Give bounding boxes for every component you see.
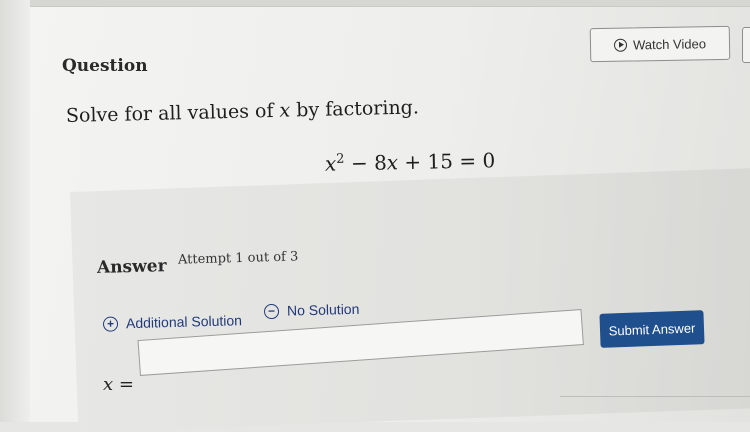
left-edge [0,0,30,422]
partial-toolbar-button[interactable] [742,27,750,63]
question-heading: Question [62,56,148,76]
divider [560,396,750,397]
top-toolbar-edge [0,0,750,7]
equation-rest: + 15 = 0 [397,148,496,175]
equation-exponent: 2 [336,151,345,167]
submit-answer-button[interactable]: Submit Answer [599,310,705,348]
plus-circle-icon: + [102,315,119,332]
no-solution-button[interactable]: − No Solution [263,300,360,319]
prompt-text-end: by factoring. [289,96,420,122]
additional-solution-label: Additional Solution [125,312,243,332]
input-prefix-equals: = [113,374,134,395]
input-prefix: x = [103,374,134,395]
attempt-counter: Attempt 1 out of 3 [177,249,299,268]
no-solution-label: No Solution [286,300,360,319]
input-prefix-variable: x [103,374,114,395]
equation-variable: x [324,151,337,176]
answer-heading: Answer [96,256,167,278]
answer-panel [70,167,750,432]
equation-variable-2: x [386,150,399,175]
minus-circle-icon: − [263,303,280,319]
watch-video-label: Watch Video [632,35,707,52]
play-circle-icon [613,38,628,52]
equation-middle: − 8 [344,150,388,176]
equation: x2 − 8x + 15 = 0 [325,148,496,176]
watch-video-button[interactable]: Watch Video [589,25,731,63]
